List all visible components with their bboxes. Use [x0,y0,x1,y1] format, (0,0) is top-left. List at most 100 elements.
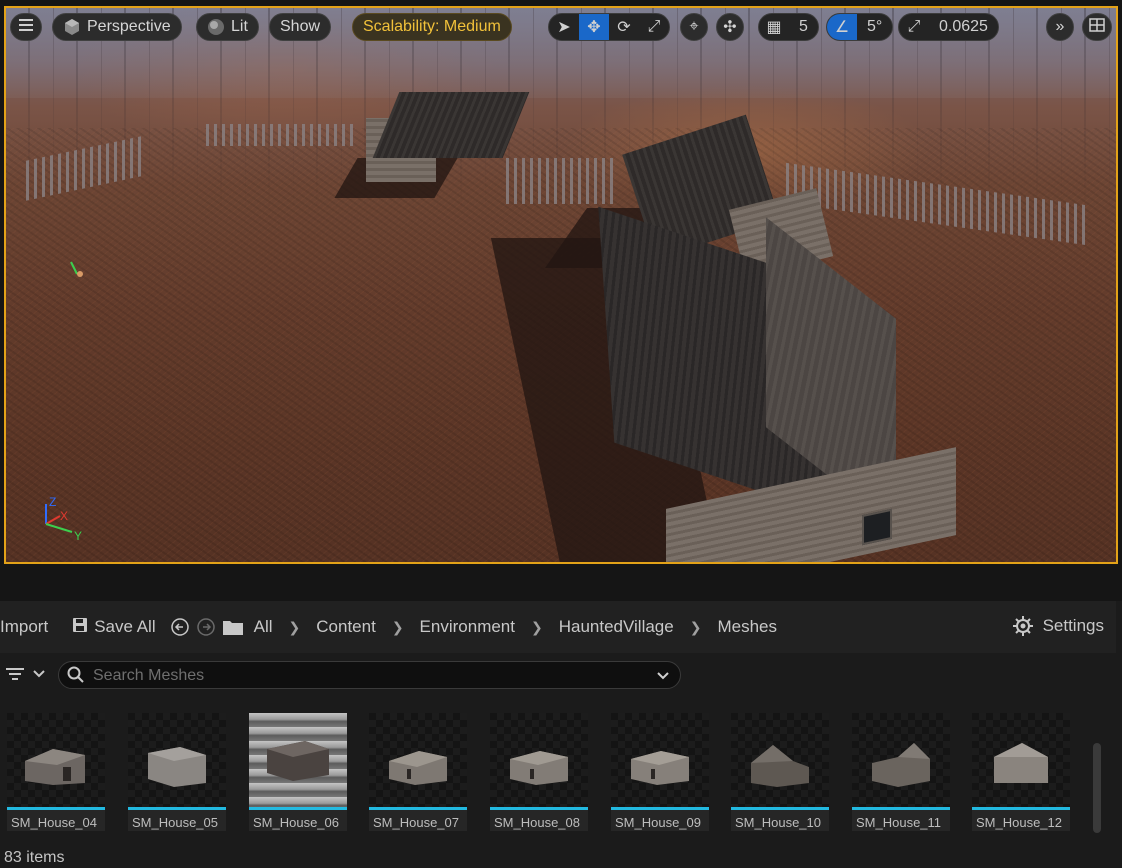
asset-name: SM_House_09 [615,815,701,830]
asset-type-bar [249,807,347,810]
history-back-button[interactable] [170,617,190,637]
view-mode-button[interactable]: Perspective [52,13,182,41]
arrow-cursor-icon: ➤ [557,19,571,36]
asset-type-bar [972,807,1070,810]
house-mesh-icon [148,747,206,787]
house-mesh-icon [389,751,447,785]
asset-tile[interactable]: SM_House_09 [611,713,709,831]
asset-name: SM_House_06 [253,815,339,830]
move-tool[interactable]: ✥ [579,14,609,40]
asset-name: SM_House_05 [132,815,218,830]
scale-tool[interactable]: ⤢ [639,14,669,40]
asset-name: SM_House_10 [735,815,821,830]
house-mesh-icon [994,743,1048,783]
asset-tile[interactable]: SM_House_12 [972,713,1070,831]
grid-snap-toggle[interactable]: ▦ [759,14,789,40]
asset-name: SM_House_08 [494,815,580,830]
scale-snap-toggle[interactable]: ⤢ [899,14,929,40]
house-mesh-icon [872,743,930,787]
breadcrumb-item[interactable]: Meshes [711,617,783,637]
transform-tools: ➤ ✥ ⟳ ⤢ [548,13,670,41]
asset-tile[interactable]: SM_House_08 [490,713,588,831]
chevron-down-icon [33,670,45,678]
hamburger-icon [19,18,33,36]
actor-gizmo[interactable] [68,260,90,278]
breadcrumb-item[interactable]: Environment [414,617,521,637]
far-house-roof [372,92,530,158]
chevron-right-icon[interactable]: ❯ [531,619,543,636]
asset-tile-selected[interactable]: SM_House_06 [249,713,347,831]
more-options-button[interactable]: » [1046,13,1074,41]
house-mesh-icon [25,749,85,785]
chevron-right-icon[interactable]: ❯ [289,619,301,636]
asset-thumbnail [611,713,709,807]
import-label: Import [0,617,49,636]
asset-tile[interactable]: SM_House_04 [7,713,105,831]
viewport-menu-button[interactable] [10,13,42,41]
house-mesh-icon [631,751,689,785]
asset-type-bar [490,807,588,810]
scale-icon: ⤢ [647,18,661,35]
rotation-snap-group: ∠ 5° [826,13,894,41]
asset-type-bar [7,807,105,810]
rotation-snap-value[interactable]: 5° [857,14,892,40]
chevron-right-icon[interactable]: ❯ [690,619,702,636]
angle-icon: ∠ [834,19,850,36]
content-browser-toolbar: Import Save All All ❯ Content ❯ Environm… [0,601,1116,653]
folder-button[interactable] [222,618,244,636]
asset-thumbnail [7,713,105,807]
rotation-snap-toggle[interactable]: ∠ [827,14,857,40]
layout-button[interactable] [1082,13,1112,41]
level-viewport[interactable]: Perspective Lit Show Scalability: Medium… [4,6,1118,564]
view-mode-label: Perspective [87,18,171,35]
asset-tile[interactable]: SM_House_05 [128,713,226,831]
breadcrumb-item[interactable]: Content [310,617,382,637]
surface-snap-button[interactable]: ✣ [716,13,744,41]
save-icon [72,617,88,638]
import-button[interactable]: Import [0,617,48,637]
rotate-tool[interactable]: ⟳ [609,14,639,40]
filter-bar: Search Meshes [0,653,1116,699]
asset-tile[interactable]: SM_House_10 [731,713,829,831]
filter-icon [6,668,24,680]
lighting-label: Lit [231,18,248,35]
select-tool[interactable]: ➤ [549,14,579,40]
breadcrumb-item[interactable]: All [248,617,279,637]
asset-name: SM_House_04 [11,815,97,830]
asset-type-bar [852,807,950,810]
axis-indicator: Z X Y [45,496,82,543]
chevron-right-icon[interactable]: ❯ [392,619,404,636]
asset-type-bar [731,807,829,810]
world-space-icon: ⌖ [689,18,699,35]
axis-x-label: X [60,509,68,523]
asset-type-bar [369,807,467,810]
item-count: 83 items [4,849,65,866]
filter-dropdown-button[interactable] [6,667,46,681]
house-mesh-icon [751,745,809,787]
coordinate-space-button[interactable]: ⌖ [680,13,708,41]
show-flags-button[interactable]: Show [269,13,332,41]
lighting-mode-button[interactable]: Lit [196,13,259,41]
save-all-button[interactable]: Save All [72,617,156,638]
history-forward-button[interactable] [196,617,216,637]
breadcrumb-item[interactable]: HauntedVillage [553,617,680,637]
vertical-scrollbar[interactable] [1093,743,1101,833]
layout-grid-icon [1089,17,1105,37]
asset-tile[interactable]: SM_House_11 [852,713,950,831]
save-all-label: Save All [94,617,156,636]
axis-y-label: Y [74,529,82,543]
search-input[interactable]: Search Meshes [58,661,681,689]
back-arrow-icon [170,618,189,636]
asset-type-bar [128,807,226,810]
chevron-down-icon[interactable] [656,671,670,681]
asset-thumbnail [731,713,829,807]
viewport-toolbar: Perspective Lit Show Scalability: Medium… [6,8,1116,46]
asset-tile[interactable]: SM_House_07 [369,713,467,831]
scalability-button[interactable]: Scalability: Medium [352,13,512,41]
window [862,508,892,546]
asset-thumbnail [249,713,347,807]
asset-name: SM_House_12 [976,815,1062,830]
grid-snap-value[interactable]: 5 [789,14,818,40]
settings-button[interactable]: Settings [1012,616,1104,636]
scale-snap-value[interactable]: 0.0625 [929,14,998,40]
